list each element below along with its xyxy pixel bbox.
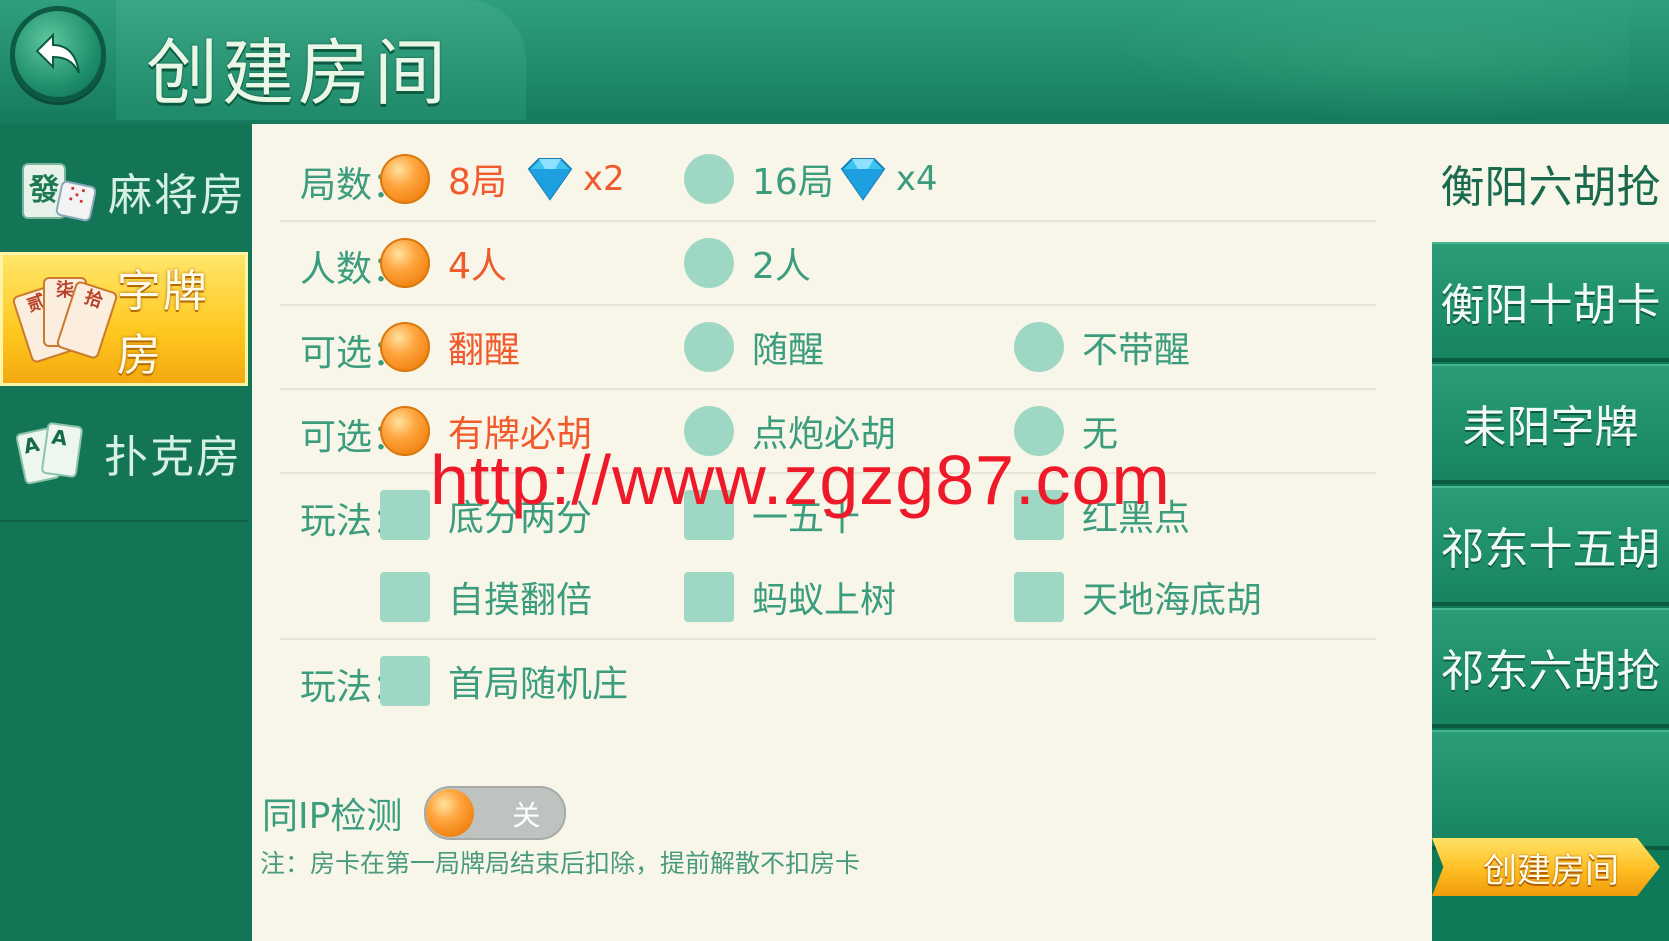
toggle-state-text: 关 <box>512 799 541 832</box>
room-type-sidebar: 發 麻将房 贰 柒 拾 字牌房 A A 扑克房 <box>0 124 252 941</box>
radio-unselected[interactable] <box>684 154 734 204</box>
radio-unselected[interactable] <box>1014 322 1064 372</box>
play-row-2: 玩法： 首局随机庄 <box>280 640 1376 722</box>
players-option-4[interactable]: 4人 <box>380 236 507 290</box>
header-decoration <box>1109 0 1629 120</box>
game-item-qidong-shiwuhu[interactable]: 祁东十五胡 <box>1432 486 1669 606</box>
watermark-text: http://www.zgzg87.com <box>430 441 1171 519</box>
create-room-button[interactable]: 创建房间 <box>1432 838 1660 896</box>
checkbox[interactable] <box>1014 572 1064 622</box>
diamond-icon <box>527 158 573 201</box>
radio-unselected[interactable] <box>684 322 734 372</box>
checkbox-shoujusuijizhuang[interactable]: 首局随机庄 <box>380 654 628 708</box>
radio-unselected[interactable] <box>684 238 734 288</box>
diamond-icon <box>840 158 886 201</box>
game-item-qidong-liuhuqiang[interactable]: 祁东六胡抢 <box>1432 608 1669 728</box>
ip-check-row: 同IP检测 关 <box>262 786 567 840</box>
game-item-leiyang-zipai[interactable]: 耒阳字牌 <box>1432 364 1669 484</box>
option-budaixing[interactable]: 不带醒 <box>1014 320 1190 374</box>
ip-check-label: 同IP检测 <box>262 796 403 837</box>
toggle-knob[interactable] <box>426 789 475 837</box>
ip-check-toggle[interactable]: 关 <box>424 786 567 840</box>
poker-cards-icon: A A <box>14 418 88 488</box>
checkbox-zimofanbei[interactable]: 自摸翻倍 <box>380 570 592 624</box>
checkbox-tiandihaidihu[interactable]: 天地海底胡 <box>1014 570 1262 624</box>
rounds-option-8[interactable]: 8局 x2 <box>380 152 625 206</box>
sidebar-item-label: 字牌房 <box>116 266 209 381</box>
create-room-label: 创建房间 <box>1483 850 1619 891</box>
rounds-row: 局数： 8局 x2 16局 x4 <box>280 138 1376 222</box>
option-fanxing[interactable]: 翻醒 <box>380 320 520 374</box>
optional-row-1: 可选： 翻醒 随醒 不带醒 <box>280 306 1376 390</box>
players-option-2[interactable]: 2人 <box>684 236 811 290</box>
room-card-note: 注：房卡在第一局牌局结束后扣除，提前解散不扣房卡 <box>260 849 861 878</box>
checkbox[interactable] <box>380 572 430 622</box>
checkbox[interactable] <box>684 572 734 622</box>
game-item-hengyang-shihuka[interactable]: 衡阳十胡卡 <box>1432 242 1669 362</box>
back-arrow-icon <box>35 32 80 74</box>
game-item-empty <box>1432 730 1669 850</box>
checkbox[interactable] <box>380 490 430 540</box>
page-title: 创建房间 <box>146 31 451 115</box>
radio-selected[interactable] <box>380 406 430 456</box>
zipai-cards-icon: 贰 柒 拾 <box>11 271 119 367</box>
option-suixing[interactable]: 随醒 <box>684 320 824 374</box>
rounds-option-16[interactable]: 16局 x4 <box>684 152 938 206</box>
players-row: 人数： 4人 2人 <box>280 222 1376 306</box>
checkbox[interactable] <box>380 656 430 706</box>
radio-selected[interactable] <box>380 154 430 204</box>
sidebar-item-label: 扑克房 <box>104 432 242 483</box>
game-item-hengyang-liuhuqiang[interactable]: 衡阳六胡抢 <box>1432 124 1669 242</box>
sidebar-item-zipai[interactable]: 贰 柒 拾 字牌房 <box>0 252 248 386</box>
radio-selected[interactable] <box>380 322 430 372</box>
radio-selected[interactable] <box>380 238 430 288</box>
rules-panel: 局数： 8局 x2 16局 x4 人数： 4人 2人 可选： 翻醒 随醒 不带醒… <box>252 124 1432 941</box>
mahjong-icon: 發 <box>18 159 98 223</box>
back-button[interactable] <box>10 6 106 102</box>
checkbox-mayishangshu[interactable]: 蚂蚁上树 <box>684 570 896 624</box>
sidebar-item-poker[interactable]: A A 扑克房 <box>0 386 248 522</box>
sidebar-item-label: 麻将房 <box>108 170 246 221</box>
header-bar: 创建房间 <box>0 0 1669 128</box>
sidebar-item-mahjong[interactable]: 發 麻将房 <box>0 124 248 260</box>
game-list: 衡阳六胡抢 衡阳十胡卡 耒阳字牌 祁东十五胡 祁东六胡抢 <box>1432 124 1669 941</box>
